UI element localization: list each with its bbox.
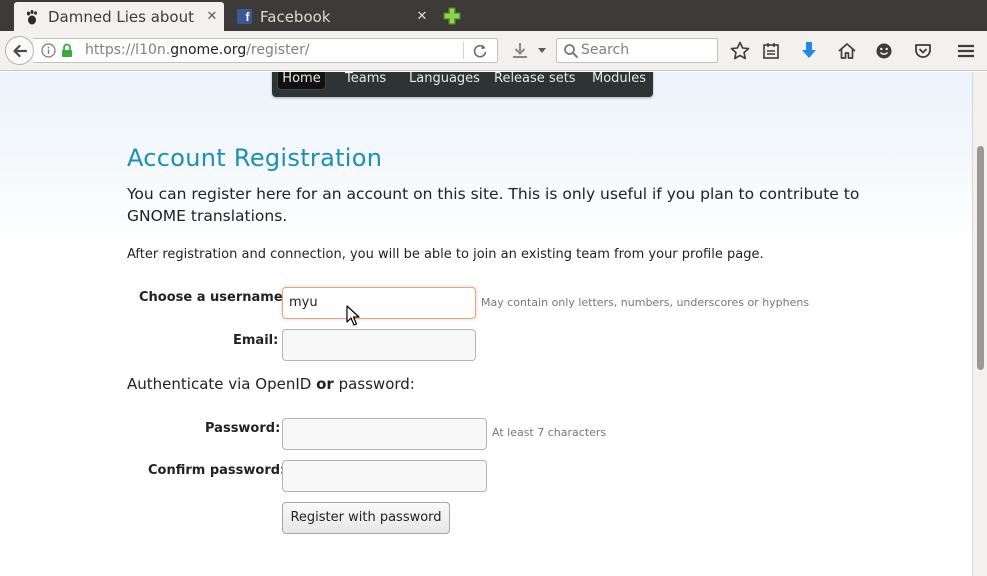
auth-prefix: Authenticate via OpenID [127,375,312,393]
username-input[interactable]: myu [282,287,476,319]
register-button[interactable]: Register with password [282,502,450,534]
url-text[interactable]: https://l10n.gnome.org/register/ [85,42,310,58]
password-input[interactable] [282,418,487,450]
pocket-button[interactable] [912,40,934,62]
url-bar[interactable]: https://l10n.gnome.org/register/ [33,38,498,63]
nav-languages[interactable]: Languages [409,72,480,91]
plus-icon [443,7,461,25]
confirm-password-input[interactable] [282,460,487,492]
tab-title: Damned Lies about ... [48,7,200,26]
menu-button[interactable] [955,40,977,62]
pocket-icon [915,44,931,58]
back-button[interactable] [5,36,34,65]
home-icon [838,43,856,59]
page-content: Home Teams Languages Release sets Module… [0,72,987,576]
dropdown-arrow-icon[interactable] [537,45,547,55]
facebook-icon: f [236,9,252,25]
search-input[interactable]: Search [581,42,629,58]
lock-icon[interactable] [61,43,73,58]
bookmarks-list-icon [763,43,779,59]
nav-modules[interactable]: Modules [592,72,646,91]
page-title: Account Registration [127,144,383,172]
reading-list-button[interactable] [760,40,782,62]
download-icon[interactable] [511,41,529,61]
auth-suffix: password: [338,375,415,393]
tab-title: Facebook [260,7,331,26]
smiley-icon [876,43,892,59]
downloads-button[interactable] [798,40,820,62]
search-bar[interactable]: Search [556,38,718,63]
nav-home[interactable]: Home [277,72,326,90]
close-tab-icon[interactable]: ✕ [410,9,434,24]
tab-damned-lies[interactable]: Damned Lies about ... ✕ [14,2,224,31]
reload-icon[interactable] [471,42,489,60]
email-label: Email: [233,333,279,348]
star-icon [730,41,750,60]
auth-method-text: Authenticate via OpenID or password: [127,375,415,393]
nav-release-sets[interactable]: Release sets [494,72,576,91]
url-separator [463,42,464,59]
scrollbar-thumb[interactable] [977,146,984,370]
auth-or: or [316,375,334,393]
download-arrow-icon [802,42,816,58]
smiley-button[interactable] [873,40,895,62]
tab-strip: Damned Lies about ... ✕ f Facebook ✕ [0,0,987,31]
url-prefix: https://l10n. [85,42,171,58]
nav-teams[interactable]: Teams [345,72,386,91]
mouse-cursor-icon [346,305,360,326]
tab-facebook[interactable]: f Facebook ✕ [226,2,434,31]
email-input[interactable] [282,329,476,361]
confirm-password-label: Confirm password: [148,463,286,478]
info-icon[interactable] [41,43,56,58]
site-navigation: Home Teams Languages Release sets Module… [272,72,653,97]
username-label: Choose a username: [139,290,288,305]
password-label: Password: [205,421,281,436]
gnome-foot-icon [24,9,40,25]
registration-note: After registration and connection, you w… [127,247,764,262]
intro-text: You can register here for an account on … [127,185,860,225]
navigation-toolbar: https://l10n.gnome.org/register/ Search [0,31,987,71]
new-tab-button[interactable] [442,6,462,26]
vertical-scrollbar[interactable] [972,72,987,576]
username-hint: May contain only letters, numbers, under… [481,296,810,309]
bookmark-star-button[interactable] [729,40,751,62]
password-hint: At least 7 characters [492,426,607,439]
hamburger-menu-icon [958,44,974,58]
home-button[interactable] [836,40,858,62]
arrow-left-icon [12,44,27,57]
url-host: gnome.org [170,42,247,58]
url-path: /register/ [246,42,310,58]
search-icon [564,44,579,59]
close-tab-icon[interactable]: ✕ [200,9,224,24]
